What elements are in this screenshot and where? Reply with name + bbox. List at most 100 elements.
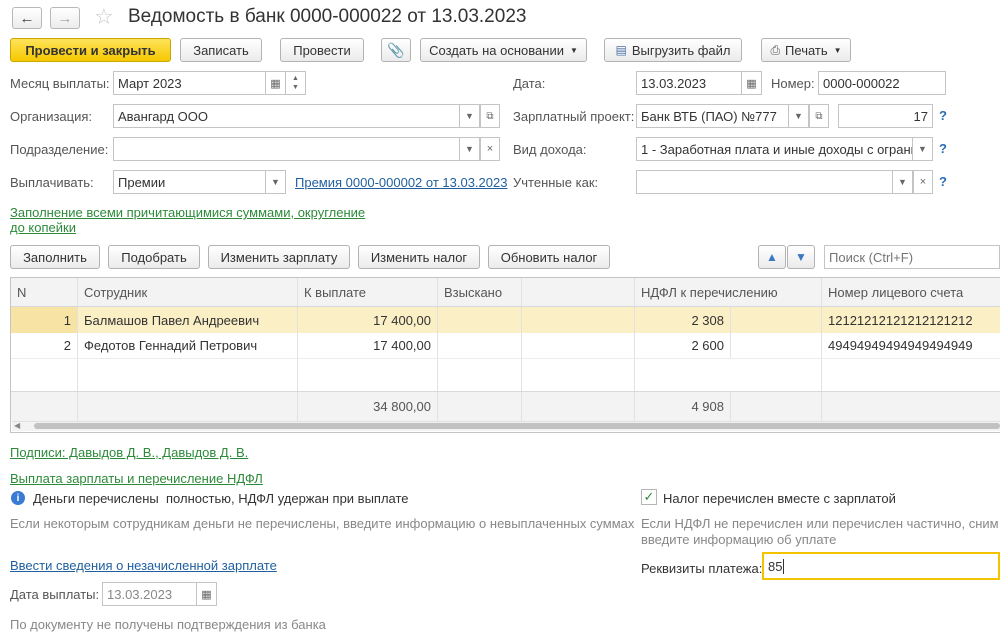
- pay-month-field[interactable]: Март 2023: [113, 71, 266, 95]
- payout-date-label: Дата выплаты:: [10, 587, 100, 602]
- unpaid-salary-link[interactable]: Ввести сведения о незачисленной зарплате: [10, 558, 277, 573]
- pay-month-label: Месяц выплаты:: [10, 76, 110, 91]
- tax-paid-label: Налог перечислен вместе с зарплатой: [663, 491, 896, 506]
- organization-label: Организация:: [10, 109, 93, 124]
- scroll-left-icon[interactable]: ◀: [14, 421, 20, 430]
- date-field[interactable]: 13.03.2023: [636, 71, 742, 95]
- department-clear-button[interactable]: ×: [480, 137, 500, 161]
- create-based-on-button[interactable]: Создать на основании ▼: [420, 38, 587, 62]
- move-up-button[interactable]: ▲: [758, 245, 786, 269]
- favorite-star-icon[interactable]: ☆: [94, 4, 114, 30]
- back-button[interactable]: ←: [12, 7, 42, 29]
- change-tax-button[interactable]: Изменить налог: [358, 245, 480, 269]
- row-ndfl: 2 600: [635, 333, 731, 358]
- help-icon[interactable]: ?: [939, 108, 947, 123]
- col-n[interactable]: N: [11, 278, 78, 306]
- pay-field[interactable]: Премии: [113, 170, 266, 194]
- payment-details-field[interactable]: 85: [762, 552, 1000, 580]
- row-account: 49494949494949494949: [828, 338, 973, 353]
- export-file-button[interactable]: ▤ Выгрузить файл: [604, 38, 742, 62]
- fill-mode-link-line2[interactable]: до копейки: [10, 220, 76, 235]
- arrow-up-icon: ▲: [766, 250, 778, 264]
- post-and-close-button[interactable]: Провести и закрыть: [10, 38, 171, 62]
- department-field[interactable]: [113, 137, 460, 161]
- post-button[interactable]: Провести: [280, 38, 364, 62]
- help-icon[interactable]: ?: [939, 141, 947, 156]
- table-totals: 34 800,00 4 908: [11, 391, 1000, 421]
- accounted-as-field[interactable]: [636, 170, 893, 194]
- printer-icon: ⎙: [770, 42, 781, 57]
- table-row[interactable]: 2 Федотов Геннадий Петрович 17 400,00 2 …: [11, 333, 1000, 359]
- col-employee[interactable]: Сотрудник: [78, 278, 298, 306]
- col-withheld[interactable]: Взыскано: [438, 278, 522, 306]
- row-employee: Федотов Геннадий Петрович: [78, 333, 298, 358]
- change-salary-button[interactable]: Изменить зарплату: [208, 245, 350, 269]
- move-down-button[interactable]: ▼: [787, 245, 815, 269]
- payout-ndfl-link[interactable]: Выплата зарплаты и перечисление НДФЛ: [10, 471, 263, 486]
- row-amount: 17 400,00: [298, 333, 438, 358]
- income-type-dropdown[interactable]: ▼: [913, 137, 933, 161]
- dropdown-arrow-icon: ▼: [465, 144, 474, 154]
- tax-paid-checkbox[interactable]: ✓: [641, 489, 657, 505]
- calendar-icon: ▦: [201, 588, 212, 601]
- income-type-field[interactable]: 1 - Заработная плата и иные доходы с огр…: [636, 137, 913, 161]
- export-file-label: Выгрузить файл: [631, 42, 731, 58]
- salary-project-open-button[interactable]: ⧉: [809, 104, 829, 128]
- accounted-as-clear-button[interactable]: ×: [913, 170, 933, 194]
- tax-hint-line1: Если НДФЛ не перечислен или перечислен ч…: [641, 516, 999, 531]
- salary-project-field[interactable]: Банк ВТБ (ПАО) №777: [636, 104, 789, 128]
- col-ndfl[interactable]: НДФЛ к перечислению: [635, 278, 822, 306]
- row-spacer: [522, 307, 635, 333]
- signatures-link[interactable]: Подписи: Давыдов Д. В., Давыдов Д. В.: [10, 445, 248, 460]
- calendar-icon: ▦: [270, 77, 281, 90]
- premium-document-link[interactable]: Премия 0000-000002 от 13.03.2023: [295, 175, 507, 190]
- department-label: Подразделение:: [10, 142, 109, 157]
- income-type-label: Вид дохода:: [513, 142, 587, 157]
- print-label: Печать: [785, 42, 828, 58]
- fill-button[interactable]: Заполнить: [10, 245, 100, 269]
- table-empty-area: [11, 359, 1000, 391]
- accounted-as-dropdown[interactable]: ▼: [893, 170, 913, 194]
- dropdown-arrow-icon: ▼: [465, 111, 474, 121]
- employees-table: N Сотрудник К выплате Взыскано НДФЛ к пе…: [10, 277, 1000, 433]
- scrollbar-thumb[interactable]: [34, 423, 1000, 429]
- attach-button[interactable]: 📎: [381, 38, 411, 62]
- col-account[interactable]: Номер лицевого счета: [822, 278, 1000, 306]
- row-n: 2: [11, 333, 78, 358]
- date-calendar-button[interactable]: ▦: [742, 71, 762, 95]
- bank-confirmation-status: По документу не получены подтверждения и…: [10, 617, 326, 632]
- pick-button[interactable]: Подобрать: [108, 245, 200, 269]
- money-status-main: Деньги перечислены: [33, 491, 159, 506]
- row-withheld: [438, 307, 522, 333]
- spin-down-icon: ▼: [292, 84, 299, 91]
- search-input[interactable]: [824, 245, 1000, 269]
- number-field[interactable]: 0000-000022: [818, 71, 946, 95]
- department-dropdown[interactable]: ▼: [460, 137, 480, 161]
- help-icon[interactable]: ?: [939, 174, 947, 189]
- pay-dropdown[interactable]: ▼: [266, 170, 286, 194]
- organization-field[interactable]: Авангард ООО: [113, 104, 460, 128]
- organization-dropdown[interactable]: ▼: [460, 104, 480, 128]
- salary-project-dropdown[interactable]: ▼: [789, 104, 809, 128]
- arrow-down-icon: ▼: [795, 250, 807, 264]
- table-row[interactable]: 1 Балмашов Павел Андреевич 17 400,00 2 3…: [11, 307, 1000, 333]
- row-spacer: [731, 307, 822, 333]
- checkmark-icon: ✓: [643, 489, 655, 504]
- payout-date-calendar-button[interactable]: ▦: [197, 582, 217, 606]
- fill-mode-link-line1[interactable]: Заполнение всеми причитающимися суммами,…: [10, 205, 365, 220]
- save-button[interactable]: Записать: [180, 38, 262, 62]
- open-window-icon: ⧉: [486, 110, 494, 122]
- row-amount: 17 400,00: [298, 307, 438, 333]
- dropdown-arrow-icon: ▼: [569, 45, 578, 55]
- calendar-button[interactable]: ▦: [266, 71, 286, 95]
- salary-project-code-field[interactable]: 17: [838, 104, 933, 128]
- organization-open-button[interactable]: ⧉: [480, 104, 500, 128]
- payout-date-field[interactable]: 13.03.2023: [102, 582, 197, 606]
- forward-button[interactable]: →: [50, 7, 80, 29]
- print-button[interactable]: ⎙ Печать ▼: [761, 38, 851, 62]
- update-tax-button[interactable]: Обновить налог: [488, 245, 610, 269]
- create-based-label: Создать на основании: [429, 42, 564, 58]
- col-amount[interactable]: К выплате: [298, 278, 438, 306]
- month-spinner[interactable]: ▲ ▼: [286, 71, 306, 95]
- text-cursor: [783, 558, 785, 574]
